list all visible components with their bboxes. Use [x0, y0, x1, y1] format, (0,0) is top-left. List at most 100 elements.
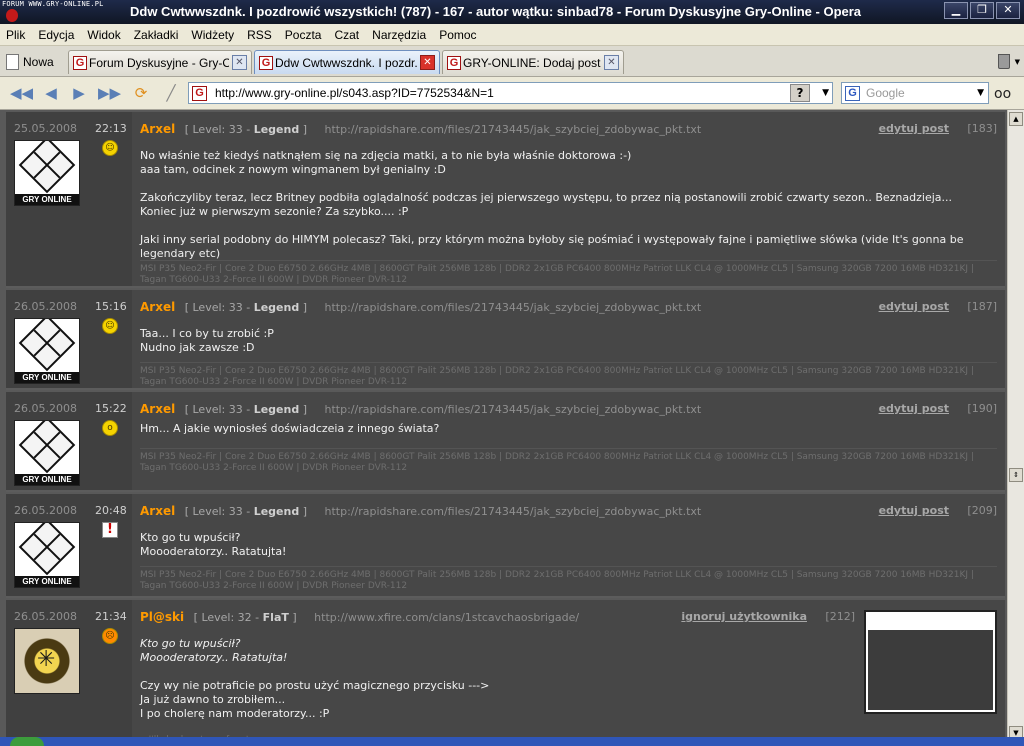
user-link[interactable]: http://rapidshare.com/files/21743445/jak…: [325, 123, 702, 136]
post-number: [190]: [967, 402, 997, 415]
menu-plik[interactable]: Plik: [6, 28, 25, 42]
menu-pomoc[interactable]: Pomoc: [439, 28, 476, 42]
trash-icon[interactable]: [998, 54, 1010, 69]
url-text[interactable]: http://www.gry-online.pl/s043.asp?ID=775…: [215, 86, 494, 100]
post-signature: MSI P35 Neo2-Fir | Core 2 Duo E6750 2.66…: [140, 448, 997, 474]
avatar-logo: GRY ONLINE: [15, 576, 79, 587]
fast-forward-icon[interactable]: ▶▶: [98, 83, 121, 103]
post-time: 21:34: [95, 610, 127, 623]
new-tab-button[interactable]: Nowa: [6, 51, 54, 73]
reload-icon[interactable]: ⟳: [130, 83, 152, 103]
post-number: [183]: [967, 122, 997, 135]
chevron-down-icon[interactable]: ▼: [977, 88, 984, 98]
opera-icon[interactable]: [6, 9, 18, 22]
avatar[interactable]: GRY ONLINE: [14, 140, 80, 206]
tab-label: GRY-ONLINE: Dodaj post: [463, 55, 601, 70]
post-number: [212]: [825, 610, 855, 623]
os-taskbar: [0, 737, 1024, 746]
post-date: 26.05.2008: [14, 504, 77, 517]
watermark-text: FORUM WWW.GRY-ONLINE.PL: [2, 0, 104, 8]
user-link[interactable]: http://rapidshare.com/files/21743445/jak…: [325, 505, 702, 518]
user-link[interactable]: http://www.xfire.com/clans/1stcavchaosbr…: [314, 611, 579, 624]
post-date: 25.05.2008: [14, 122, 77, 135]
smile-emoticon-icon: ☺: [102, 140, 118, 156]
post-body: Hm... A jakie wyniosłeś doświadczeia z i…: [140, 422, 440, 435]
menu-rss[interactable]: RSS: [247, 28, 272, 42]
close-window-button[interactable]: ✕: [996, 2, 1020, 19]
forum-content: 25.05.2008 22:13 GRY ONLINE ☺ Arxel [ Le…: [0, 110, 1007, 746]
warning-emoticon-icon: !: [102, 522, 118, 538]
site-info-button[interactable]: ?: [790, 84, 810, 102]
tab-add-post[interactable]: G GRY-ONLINE: Dodaj post ✕: [442, 50, 624, 74]
start-button[interactable]: [10, 737, 44, 746]
gry-online-favicon-icon: G: [259, 55, 273, 70]
tab-close-icon[interactable]: ✕: [420, 55, 435, 70]
post-author-link[interactable]: Pl@ski: [140, 610, 184, 624]
menu-widzety[interactable]: Widżety: [191, 28, 234, 42]
search-field[interactable]: G Google ▼: [841, 82, 989, 104]
forum-post: 26.05.2008 21:34 ✳ ☹ Pl@ski [ Level: 32 …: [6, 600, 1005, 746]
trash-dropdown-icon[interactable]: ▼: [1015, 58, 1020, 66]
edit-post-link[interactable]: edytuj post: [879, 122, 949, 135]
glasses-icon[interactable]: oo: [994, 86, 1011, 102]
post-signature: MSI P35 Neo2-Fir | Core 2 Duo E6750 2.66…: [140, 362, 997, 388]
post-author-link[interactable]: Arxel: [140, 300, 175, 314]
surprised-emoticon-icon: o: [102, 420, 118, 436]
back-icon[interactable]: ◀: [40, 83, 62, 103]
scroll-thumb[interactable]: ⇕: [1009, 468, 1023, 482]
minimize-button[interactable]: ▁: [944, 2, 968, 19]
user-link[interactable]: http://rapidshare.com/files/21743445/jak…: [325, 403, 702, 416]
avatar[interactable]: ✳: [14, 628, 80, 694]
google-icon: G: [845, 86, 860, 101]
tab-label: Forum Dyskusyjne - Gry-O...: [89, 55, 229, 70]
user-link[interactable]: http://rapidshare.com/files/21743445/jak…: [325, 301, 702, 314]
edit-post-link[interactable]: edytuj post: [879, 504, 949, 517]
post-author-link[interactable]: Arxel: [140, 122, 175, 136]
avatar[interactable]: GRY ONLINE: [14, 318, 80, 384]
post-signature: MSI P35 Neo2-Fir | Core 2 Duo E6750 2.66…: [140, 260, 997, 286]
forum-post: 26.05.2008 15:16 GRY ONLINE ☺ Arxel [ Le…: [6, 290, 1005, 390]
post-author-link[interactable]: Arxel: [140, 402, 175, 416]
edit-post-link[interactable]: edytuj post: [879, 300, 949, 313]
menu-czat[interactable]: Czat: [334, 28, 359, 42]
menu-widok[interactable]: Widok: [87, 28, 120, 42]
post-time: 20:48: [95, 504, 127, 517]
post-body: Kto go tu wpuścił? Moooderatorzy.. Ratatu…: [140, 531, 287, 558]
attached-screenshot-thumbnail[interactable]: [864, 610, 997, 714]
user-level: [ Level: 33 - Legend ]: [184, 403, 308, 416]
edit-post-link[interactable]: edytuj post: [879, 402, 949, 415]
chevron-down-icon[interactable]: ▼: [822, 88, 829, 98]
quoted-text: Kto go tu wpuścił? Moooderatorzy.. Ratatu…: [140, 637, 288, 664]
forward-icon[interactable]: ▶: [68, 83, 90, 103]
tab-thread-active[interactable]: G Ddw Cwtwwszdnk. I pozdr... ✕: [254, 50, 440, 74]
smile-emoticon-icon: ☺: [102, 318, 118, 334]
ignore-user-link[interactable]: ignoruj użytkownika: [681, 610, 807, 623]
avatar[interactable]: GRY ONLINE: [14, 420, 80, 486]
user-level: [ Level: 32 - FlaT ]: [193, 611, 297, 624]
menu-bar: Plik Edycja Widok Zakładki Widżety RSS P…: [0, 24, 1024, 46]
user-level: [ Level: 33 - Legend ]: [184, 301, 308, 314]
scroll-up-icon[interactable]: ▲: [1009, 112, 1023, 126]
address-field[interactable]: G http://www.gry-online.pl/s043.asp?ID=7…: [188, 82, 833, 104]
post-signature: MSI P35 Neo2-Fir | Core 2 Duo E6750 2.66…: [140, 566, 997, 592]
menu-edycja[interactable]: Edycja: [38, 28, 74, 42]
avatar[interactable]: GRY ONLINE: [14, 522, 80, 588]
tab-close-icon[interactable]: ✕: [232, 55, 247, 70]
post-number: [209]: [967, 504, 997, 517]
rewind-icon[interactable]: ◀◀: [10, 83, 33, 103]
restore-button[interactable]: ❐: [970, 2, 994, 19]
tab-forum[interactable]: G Forum Dyskusyjne - Gry-O... ✕: [68, 50, 252, 74]
post-author-link[interactable]: Arxel: [140, 504, 175, 518]
menu-poczta[interactable]: Poczta: [285, 28, 322, 42]
post-time: 15:16: [95, 300, 127, 313]
new-tab-label: Nowa: [23, 55, 54, 69]
edit-icon[interactable]: ╱: [160, 83, 182, 103]
search-placeholder: Google: [866, 86, 905, 100]
address-toolbar: ◀◀ ◀ ▶ ▶▶ ⟳ ╱ G http://www.gry-online.pl…: [0, 77, 1024, 110]
tab-close-icon[interactable]: ✕: [604, 55, 619, 70]
vertical-scrollbar[interactable]: ▲ ⇕ ▼: [1007, 110, 1024, 746]
menu-zakladki[interactable]: Zakładki: [134, 28, 179, 42]
gry-online-favicon-icon: G: [192, 86, 207, 101]
menu-narzedzia[interactable]: Narzędzia: [372, 28, 426, 42]
window-title: Ddw Cwtwwszdnk. I pozdrowić wszystkich! …: [130, 4, 862, 19]
